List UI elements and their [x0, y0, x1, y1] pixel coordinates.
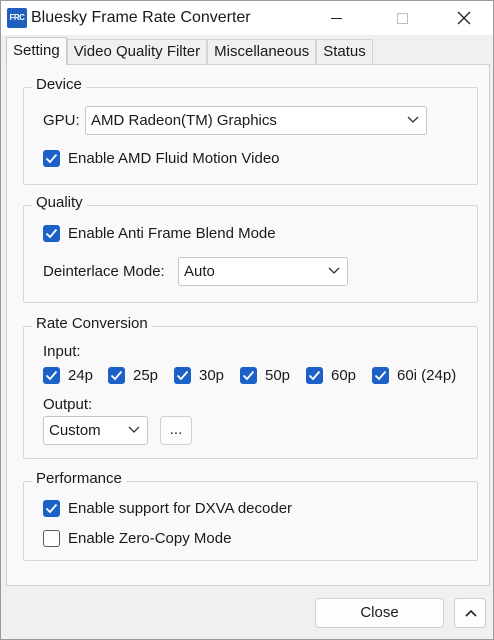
zero-copy-checkbox[interactable] — [43, 530, 60, 547]
input-30p-checkbox[interactable] — [174, 367, 191, 384]
input-60i-checkbox[interactable] — [372, 367, 389, 384]
performance-group-title: Performance — [32, 470, 126, 487]
gpu-label: GPU: — [43, 112, 80, 129]
input-24p-checkbox[interactable] — [43, 367, 60, 384]
device-group-title: Device — [32, 76, 86, 93]
deinterlace-select-value: Auto — [184, 263, 215, 280]
quality-group: Quality Enable Anti Frame Blend Mode Dei… — [23, 194, 478, 303]
chevron-down-icon — [128, 426, 140, 433]
app-window: FRC Bluesky Frame Rate Converter Setting… — [0, 0, 494, 640]
anti-blend-checkbox[interactable] — [43, 225, 60, 242]
input-24p-label[interactable]: 24p — [68, 367, 93, 384]
close-button[interactable]: Close — [315, 598, 444, 628]
input-25p-checkbox[interactable] — [108, 367, 125, 384]
maximize-button[interactable] — [379, 1, 425, 35]
device-group: Device GPU: AMD Radeon(TM) Graphics Enab… — [23, 76, 478, 185]
dxva-checkbox[interactable] — [43, 500, 60, 517]
dxva-label[interactable]: Enable support for DXVA decoder — [68, 500, 292, 517]
quality-group-title: Quality — [32, 194, 87, 211]
chevron-down-icon — [328, 267, 340, 274]
input-50p-label[interactable]: 50p — [265, 367, 290, 384]
tab-setting[interactable]: Setting — [6, 37, 67, 65]
window-title: Bluesky Frame Rate Converter — [31, 9, 251, 26]
input-25p-label[interactable]: 25p — [133, 367, 158, 384]
checkmark-icon — [45, 370, 58, 381]
setting-panel: Device GPU: AMD Radeon(TM) Graphics Enab… — [6, 64, 490, 586]
expand-button[interactable] — [454, 598, 486, 628]
title-bar[interactable]: FRC Bluesky Frame Rate Converter — [1, 1, 493, 35]
tab-miscellaneous[interactable]: Miscellaneous — [207, 39, 317, 65]
checkmark-icon — [45, 153, 58, 164]
app-logo-icon: FRC — [7, 8, 27, 28]
tab-status[interactable]: Status — [316, 39, 373, 65]
checkmark-icon — [242, 370, 255, 381]
chevron-up-icon — [465, 609, 477, 617]
chevron-down-icon — [407, 116, 419, 123]
input-60i-label[interactable]: 60i (24p) — [397, 367, 456, 384]
rate-conversion-group-title: Rate Conversion — [32, 315, 152, 332]
deinterlace-select[interactable]: Auto — [178, 257, 348, 286]
checkmark-icon — [45, 228, 58, 239]
output-label: Output: — [43, 396, 93, 413]
checkmark-icon — [308, 370, 321, 381]
input-50p-checkbox[interactable] — [240, 367, 257, 384]
output-select[interactable]: Custom — [43, 416, 148, 445]
gpu-select-value: AMD Radeon(TM) Graphics — [91, 112, 277, 129]
tab-strip: Setting Video Quality Filter Miscellaneo… — [6, 37, 373, 65]
input-60p-checkbox[interactable] — [306, 367, 323, 384]
rate-conversion-group: Rate Conversion Input: 24p 25p 30p 50p 6… — [23, 315, 478, 459]
anti-blend-label[interactable]: Enable Anti Frame Blend Mode — [68, 225, 276, 242]
minimize-button[interactable] — [313, 1, 359, 35]
output-select-value: Custom — [49, 422, 101, 439]
input-label: Input: — [43, 343, 81, 360]
checkmark-icon — [45, 503, 58, 514]
maximize-icon — [396, 12, 408, 24]
gpu-select[interactable]: AMD Radeon(TM) Graphics — [85, 106, 427, 135]
close-window-button[interactable] — [441, 1, 487, 35]
performance-group: Performance Enable support for DXVA deco… — [23, 470, 478, 561]
checkmark-icon — [110, 370, 123, 381]
minimize-icon — [330, 17, 342, 19]
fluid-motion-label[interactable]: Enable AMD Fluid Motion Video — [68, 150, 280, 167]
tab-video-quality-filter[interactable]: Video Quality Filter — [66, 39, 208, 65]
fluid-motion-checkbox[interactable] — [43, 150, 60, 167]
deinterlace-label: Deinterlace Mode: — [43, 263, 165, 280]
close-icon — [457, 11, 471, 25]
zero-copy-label[interactable]: Enable Zero-Copy Mode — [68, 530, 231, 547]
checkmark-icon — [176, 370, 189, 381]
checkmark-icon — [374, 370, 387, 381]
output-settings-button[interactable]: ... — [160, 416, 192, 445]
input-60p-label[interactable]: 60p — [331, 367, 356, 384]
input-30p-label[interactable]: 30p — [199, 367, 224, 384]
